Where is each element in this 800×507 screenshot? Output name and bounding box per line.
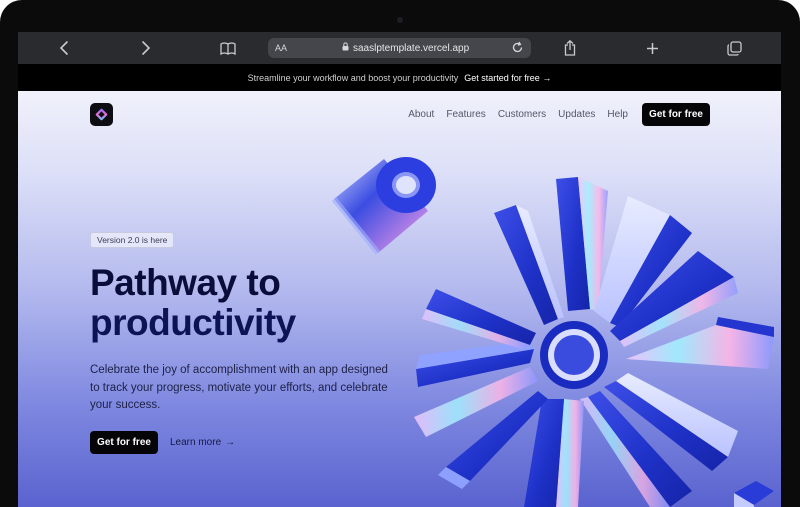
radial-blades	[414, 177, 774, 507]
lock-icon	[342, 42, 349, 54]
learn-more-label: Learn more	[170, 437, 222, 448]
camera-dot	[397, 17, 403, 23]
chevron-right-icon[interactable]	[137, 39, 155, 57]
nav-get-for-free-button[interactable]: Get for free	[642, 103, 710, 126]
chevron-left-icon[interactable]	[55, 39, 73, 57]
floating-ring	[331, 157, 436, 255]
announcement-cta-label: Get started for free	[464, 72, 540, 83]
nav-link-customers[interactable]: Customers	[498, 109, 546, 120]
landing-page: About Features Customers Updates Help Ge…	[18, 91, 781, 507]
share-icon[interactable]	[561, 39, 579, 57]
reload-icon[interactable]	[511, 41, 524, 57]
nav-link-features[interactable]: Features	[446, 109, 485, 120]
learn-more-link[interactable]: Learn more →	[170, 431, 235, 454]
floating-cube	[734, 481, 774, 507]
hero-headline: Pathway to productivity	[90, 263, 390, 343]
hero-subtext: Celebrate the joy of accomplishment with…	[90, 364, 388, 411]
hero-headline-line2: productivity	[90, 302, 296, 343]
hero-get-for-free-button[interactable]: Get for free	[90, 431, 158, 454]
logo[interactable]	[90, 103, 113, 126]
tabs-icon[interactable]	[725, 39, 743, 57]
nav-link-help[interactable]: Help	[607, 109, 628, 120]
address-bar[interactable]: AA saaslptemplate.vercel.app	[268, 38, 531, 58]
laptop-frame: AA saaslptemplate.vercel.app Streamline …	[0, 0, 800, 507]
browser-window: AA saaslptemplate.vercel.app Streamline …	[18, 32, 781, 507]
arrow-right-icon: →	[225, 437, 236, 448]
nav-link-about[interactable]: About	[408, 109, 434, 120]
url-text: saaslptemplate.vercel.app	[353, 42, 470, 54]
announcement-cta-link[interactable]: Get started for free →	[464, 73, 551, 83]
text-size-button[interactable]: AA	[275, 43, 287, 53]
logo-mark-icon	[95, 108, 108, 121]
version-badge: Version 2.0 is here	[90, 232, 175, 248]
plus-icon[interactable]	[643, 39, 661, 57]
browser-toolbar: AA saaslptemplate.vercel.app	[18, 32, 781, 64]
arrow-right-icon: →	[542, 72, 552, 83]
book-icon[interactable]	[219, 39, 237, 57]
announcement-bar: Streamline your workflow and boost your …	[18, 64, 781, 91]
hero-headline-line1: Pathway to	[90, 262, 281, 303]
top-nav: About Features Customers Updates Help Ge…	[408, 103, 710, 126]
nav-link-updates[interactable]: Updates	[558, 109, 595, 120]
announcement-text: Streamline your workflow and boost your …	[247, 72, 459, 83]
